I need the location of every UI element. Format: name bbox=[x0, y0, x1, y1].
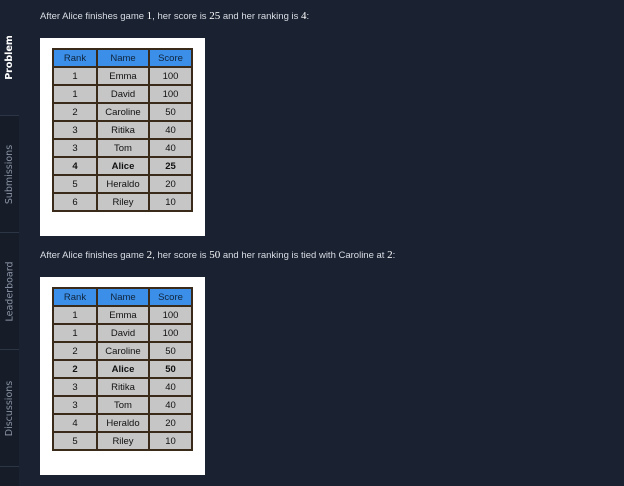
cell-name: Riley bbox=[97, 432, 149, 450]
cell-name: Tom bbox=[97, 139, 149, 157]
column-header-name: Name bbox=[97, 49, 149, 67]
text: : bbox=[392, 250, 396, 261]
game-2-description: After Alice finishes game 2, her score i… bbox=[40, 249, 395, 261]
cell-name: Ritika bbox=[97, 378, 149, 396]
tab-label: Discussions bbox=[4, 380, 16, 436]
cell-score: 100 bbox=[149, 306, 192, 324]
ranking-table-card-1: Rank Name Score 1 Emma 100 1 David 100 2 Caro… bbox=[40, 38, 205, 236]
tab-discussions[interactable]: Discussions bbox=[0, 350, 19, 467]
cell-rank: 5 bbox=[53, 432, 97, 450]
column-header-rank: Rank bbox=[53, 288, 97, 306]
tab-submissions[interactable]: Submissions bbox=[0, 116, 19, 233]
table-row: 1 Emma 100 bbox=[53, 67, 192, 85]
table-row: 2 Alice 50 bbox=[53, 360, 192, 378]
text: and her ranking is bbox=[220, 11, 301, 22]
text: , her score is bbox=[152, 11, 210, 22]
math-value: 50 bbox=[209, 249, 221, 261]
text: After Alice finishes game bbox=[40, 250, 147, 261]
column-header-rank: Rank bbox=[53, 49, 97, 67]
cell-name: Alice bbox=[97, 157, 149, 175]
cell-score: 100 bbox=[149, 85, 192, 103]
cell-rank: 3 bbox=[53, 121, 97, 139]
tab-leaderboard[interactable]: Leaderboard bbox=[0, 233, 19, 350]
cell-score: 50 bbox=[149, 360, 192, 378]
text: : bbox=[306, 11, 310, 22]
table-row: 5 Heraldo 20 bbox=[53, 175, 192, 193]
problem-page: Problem Submissions Leaderboard Discussi… bbox=[0, 0, 624, 486]
cell-rank: 3 bbox=[53, 378, 97, 396]
cell-rank: 1 bbox=[53, 324, 97, 342]
cell-name: Riley bbox=[97, 193, 149, 211]
table-row: 1 Emma 100 bbox=[53, 306, 192, 324]
table-row: 3 Tom 40 bbox=[53, 139, 192, 157]
ranking-table-2: Rank Name Score 1 Emma 100 1 David 100 2 Caro… bbox=[52, 287, 193, 451]
cell-rank: 3 bbox=[53, 396, 97, 414]
tab-problem[interactable]: Problem bbox=[0, 0, 19, 116]
table-row: 3 Tom 40 bbox=[53, 396, 192, 414]
cell-score: 50 bbox=[149, 103, 192, 121]
cell-rank: 4 bbox=[53, 157, 97, 175]
cell-score: 40 bbox=[149, 121, 192, 139]
cell-name: Tom bbox=[97, 396, 149, 414]
cell-rank: 2 bbox=[53, 342, 97, 360]
cell-name: Caroline bbox=[97, 342, 149, 360]
table-header-row: Rank Name Score bbox=[53, 49, 192, 67]
cell-score: 10 bbox=[149, 193, 192, 211]
cell-name: Heraldo bbox=[97, 414, 149, 432]
text: , her score is bbox=[152, 250, 210, 261]
cell-rank: 2 bbox=[53, 103, 97, 121]
cell-score: 50 bbox=[149, 342, 192, 360]
tab-label: Leaderboard bbox=[4, 260, 16, 322]
problem-statement: After Alice finishes game 1 , her score i… bbox=[19, 0, 624, 486]
math-value: 25 bbox=[209, 10, 221, 22]
table-row: 1 David 100 bbox=[53, 324, 192, 342]
column-header-name: Name bbox=[97, 288, 149, 306]
column-header-score: Score bbox=[149, 288, 192, 306]
cell-rank: 2 bbox=[53, 360, 97, 378]
table-row: 6 Riley 10 bbox=[53, 193, 192, 211]
cell-name: David bbox=[97, 85, 149, 103]
cell-name: Emma bbox=[97, 306, 149, 324]
table-row: 1 David 100 bbox=[53, 85, 192, 103]
cell-name: Emma bbox=[97, 67, 149, 85]
ranking-table-card-2: Rank Name Score 1 Emma 100 1 David 100 2 Caro… bbox=[40, 277, 205, 475]
cell-rank: 1 bbox=[53, 306, 97, 324]
cell-score: 40 bbox=[149, 396, 192, 414]
cell-rank: 5 bbox=[53, 175, 97, 193]
text: and her ranking is tied with Caroline at bbox=[220, 250, 388, 261]
cell-rank: 1 bbox=[53, 67, 97, 85]
tab-label: Submissions bbox=[4, 144, 16, 204]
cell-name: Heraldo bbox=[97, 175, 149, 193]
table-row: 3 Ritika 40 bbox=[53, 121, 192, 139]
cell-score: 40 bbox=[149, 139, 192, 157]
cell-name: Ritika bbox=[97, 121, 149, 139]
table-row: 4 Alice 25 bbox=[53, 157, 192, 175]
cell-rank: 4 bbox=[53, 414, 97, 432]
column-header-score: Score bbox=[149, 49, 192, 67]
cell-score: 40 bbox=[149, 378, 192, 396]
table-row: 2 Caroline 50 bbox=[53, 342, 192, 360]
table-row: 2 Caroline 50 bbox=[53, 103, 192, 121]
text: After Alice finishes game bbox=[40, 11, 147, 22]
cell-score: 100 bbox=[149, 67, 192, 85]
table-header-row: Rank Name Score bbox=[53, 288, 192, 306]
table-row: 3 Ritika 40 bbox=[53, 378, 192, 396]
cell-name: David bbox=[97, 324, 149, 342]
cell-score: 100 bbox=[149, 324, 192, 342]
cell-name: Caroline bbox=[97, 103, 149, 121]
cell-score: 20 bbox=[149, 414, 192, 432]
table-row: 5 Riley 10 bbox=[53, 432, 192, 450]
game-1-description: After Alice finishes game 1, her score i… bbox=[40, 10, 309, 22]
tab-label: Problem bbox=[4, 35, 16, 80]
side-tab-rail: Problem Submissions Leaderboard Discussi… bbox=[0, 0, 20, 486]
cell-rank: 3 bbox=[53, 139, 97, 157]
cell-score: 25 bbox=[149, 157, 192, 175]
cell-name: Alice bbox=[97, 360, 149, 378]
ranking-table-1: Rank Name Score 1 Emma 100 1 David 100 2 Caro… bbox=[52, 48, 193, 212]
cell-rank: 6 bbox=[53, 193, 97, 211]
cell-rank: 1 bbox=[53, 85, 97, 103]
cell-score: 10 bbox=[149, 432, 192, 450]
cell-score: 20 bbox=[149, 175, 192, 193]
table-row: 4 Heraldo 20 bbox=[53, 414, 192, 432]
